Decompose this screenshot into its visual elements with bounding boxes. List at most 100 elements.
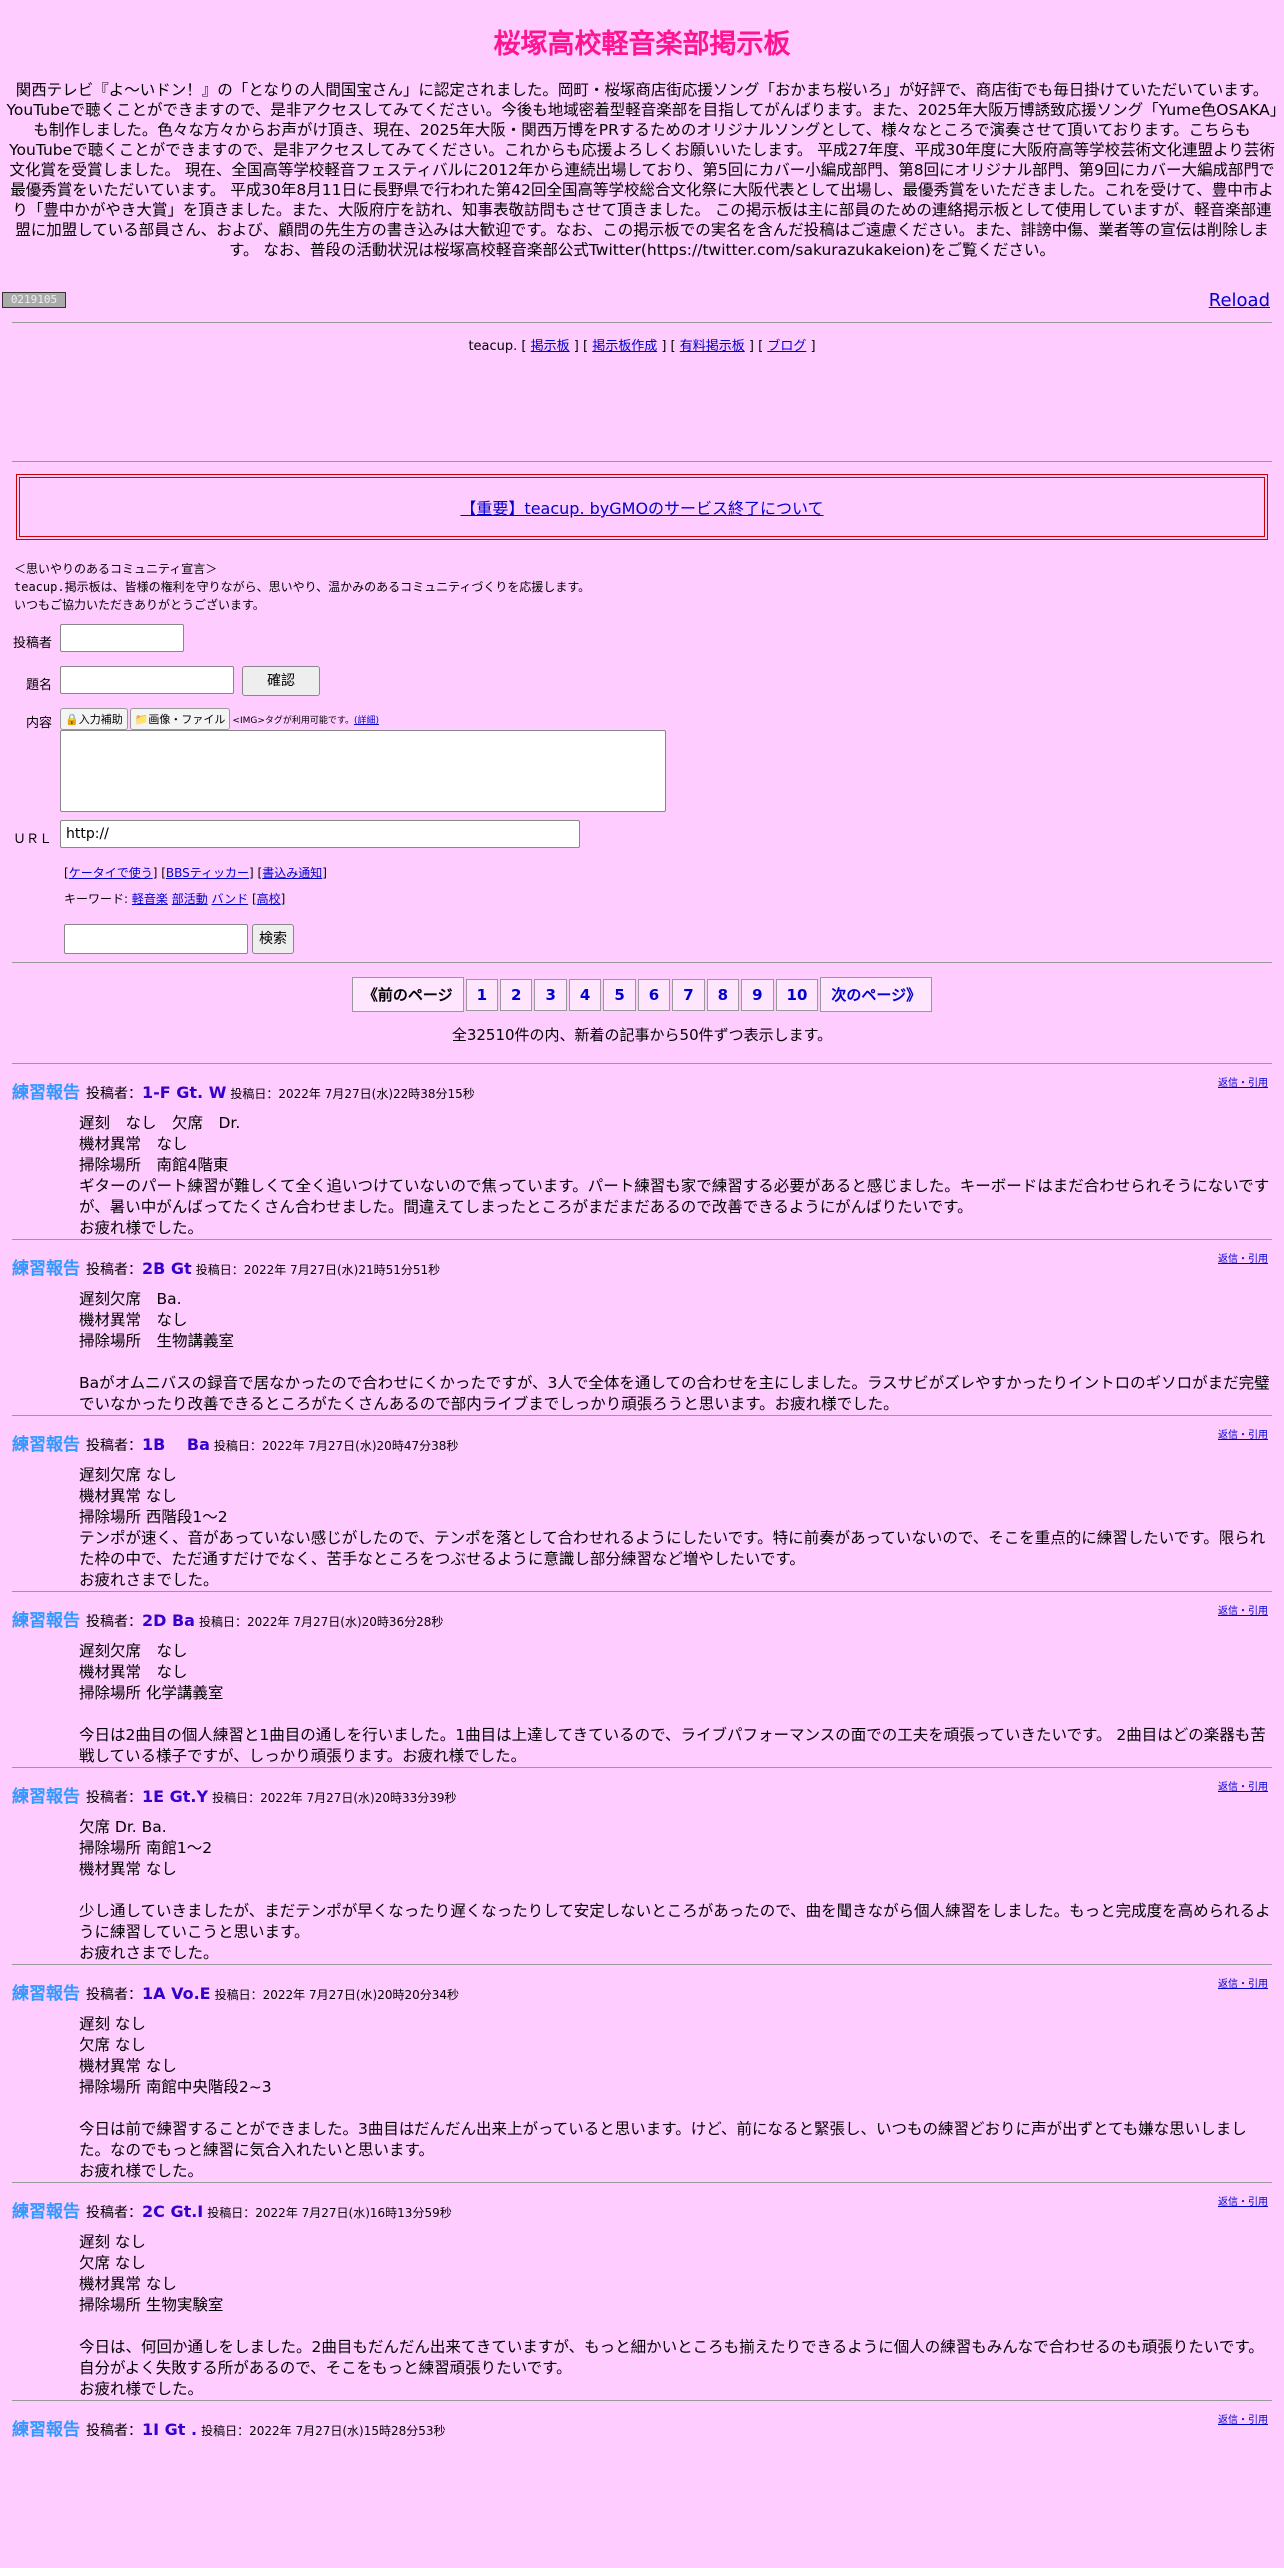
keyword-link[interactable]: 軽音楽 bbox=[132, 892, 168, 906]
post-body: 遅刻 なし 欠席 なし 機材異常 なし 掃除場所 南館中央階段2~3 今日は前で… bbox=[79, 2015, 1247, 2180]
board-description: 関西テレビ『よ～いドン！』の「となりの人間国宝さん」に認定されました。岡町・桜塚… bbox=[6, 81, 1278, 259]
post-date: 2022年 7月27日(水)16時13分59秒 bbox=[255, 2206, 452, 2220]
post-item: 練習報告 投稿者：2D Ba 投稿日：2022年 7月27日(水)20時36分28秒… bbox=[12, 1591, 1272, 1767]
post-header: 練習報告 投稿者：2D Ba 投稿日：2022年 7月27日(水)20時36分28秒 bbox=[12, 1606, 1272, 1631]
img-tag-note: <IMG>タグが利用可能です。 bbox=[232, 716, 354, 726]
content-toolbar: 🔒入力補助 📁画像・ファイル <IMG>タグが利用可能です。(詳細) bbox=[60, 708, 379, 730]
divider bbox=[12, 962, 1272, 963]
community-heading: ＜思いやりのあるコミュニティ宣言＞ bbox=[14, 562, 218, 576]
post-date: 2022年 7月27日(水)15時28分53秒 bbox=[249, 2424, 446, 2438]
post-author-label: 投稿者： bbox=[86, 1987, 142, 2003]
page-link[interactable]: 10 bbox=[775, 979, 819, 1011]
post-date-label: 投稿日： bbox=[230, 1087, 279, 1101]
post-author: 1E Gt.Y bbox=[142, 1787, 209, 1806]
post-header: 練習報告 投稿者：1E Gt.Y 投稿日：2022年 7月27日(水)20時33分3… bbox=[12, 1782, 1272, 1807]
post-body: 欠席 Dr. Ba. 掃除場所 南館1～2 機材異常 なし 少し通していきました… bbox=[79, 1818, 1271, 1962]
post-author: 1-F Gt. W bbox=[142, 1083, 227, 1102]
link-paid-bbs[interactable]: 有料掲示板 bbox=[680, 339, 745, 354]
post-item: 練習報告 投稿者：1-F Gt. W 投稿日：2022年 7月27日(水)22時38… bbox=[12, 1063, 1272, 1239]
link-bbs[interactable]: 掲示板 bbox=[531, 339, 570, 354]
page-link[interactable]: 7 bbox=[672, 979, 705, 1011]
reply-quote-link[interactable]: 返信・引用 bbox=[1218, 2411, 1268, 2426]
post-header: 練習報告 投稿者：2C Gt.I 投稿日：2022年 7月27日(水)16時13分5… bbox=[12, 2197, 1272, 2222]
reply-quote-link[interactable]: 返信・引用 bbox=[1218, 1975, 1268, 1990]
ticker-link[interactable]: BBSティッカー bbox=[166, 866, 249, 880]
confirm-button[interactable]: 確認 bbox=[242, 666, 320, 696]
reload-link[interactable]: Reload bbox=[1209, 290, 1270, 311]
notify-link[interactable]: 書込み通知 bbox=[262, 866, 322, 880]
keyword-link[interactable]: 部活動 bbox=[172, 892, 208, 906]
post-date-label: 投稿日： bbox=[214, 1988, 263, 2002]
community-text: teacup.掲示板は、皆様の権利を守りながら、思いやり、温かみのあるコミュニテ… bbox=[14, 580, 591, 594]
link-blog[interactable]: ブログ bbox=[767, 339, 806, 354]
keyword-link[interactable]: バンド bbox=[212, 892, 249, 906]
reply-quote-link[interactable]: 返信・引用 bbox=[1218, 2193, 1268, 2208]
link-create-bbs[interactable]: 掲示板作成 bbox=[592, 339, 657, 354]
author-input[interactable] bbox=[60, 624, 184, 652]
post-date-label: 投稿日： bbox=[207, 2206, 256, 2220]
img-detail-link[interactable]: (詳細) bbox=[354, 716, 379, 726]
post-item: 練習報告 投稿者：1B Ba 投稿日：2022年 7月27日(水)20時47分38秒… bbox=[12, 1415, 1272, 1591]
keyword-link[interactable]: 高校 bbox=[257, 892, 281, 906]
next-page-button[interactable]: 次のページ》 bbox=[820, 977, 933, 1012]
post-title: 練習報告 bbox=[12, 1611, 80, 1631]
subject-input[interactable] bbox=[60, 666, 234, 694]
prev-page-button[interactable]: 《前のページ bbox=[351, 977, 464, 1012]
reply-quote-link[interactable]: 返信・引用 bbox=[1218, 1778, 1268, 1793]
page-link[interactable]: 4 bbox=[568, 979, 602, 1011]
reply-quote-link[interactable]: 返信・引用 bbox=[1218, 1074, 1268, 1089]
image-file-button[interactable]: 📁画像・ファイル bbox=[129, 708, 231, 730]
page-link[interactable]: 8 bbox=[706, 979, 740, 1011]
author-label: 投稿者 bbox=[12, 636, 52, 651]
url-label: ＵＲＬ bbox=[12, 832, 52, 847]
content-label: 内容 bbox=[25, 716, 52, 731]
tool-links: [ケータイで使う] [BBSティッカー] [書込み通知] bbox=[64, 866, 327, 880]
search-input[interactable] bbox=[64, 924, 248, 954]
service-end-link[interactable]: 【重要】teacup. byGMOのサービス終了について bbox=[460, 495, 823, 519]
post-item: 練習報告 投稿者：2C Gt.I 投稿日：2022年 7月27日(水)16時13分5… bbox=[12, 2182, 1272, 2400]
page-title: 桜塚高校軽音楽部掲示板 bbox=[493, 29, 791, 60]
reply-quote-link[interactable]: 返信・引用 bbox=[1218, 1250, 1268, 1265]
search-button[interactable]: 検索 bbox=[252, 924, 294, 954]
page-link[interactable]: 1 bbox=[465, 979, 499, 1011]
post-body: 遅刻 なし 欠席 Dr. 機材異常 なし 掃除場所 南館4階東 ギターのパート練… bbox=[79, 1114, 1270, 1237]
page-link[interactable]: 3 bbox=[534, 979, 567, 1011]
search-row: 検索 bbox=[0, 924, 1284, 962]
teacup-links: teacup. [ 掲示板 ] [ 掲示板作成 ] [ 有料掲示板 ] [ ブロ… bbox=[468, 339, 816, 354]
post-title: 練習報告 bbox=[12, 1083, 80, 1103]
page-link[interactable]: 5 bbox=[603, 979, 636, 1011]
post-item: 練習報告 投稿者：1E Gt.Y 投稿日：2022年 7月27日(水)20時33分3… bbox=[12, 1767, 1272, 1964]
post-author-label: 投稿者： bbox=[86, 1614, 142, 1630]
post-header: 練習報告 投稿者：1-F Gt. W 投稿日：2022年 7月27日(水)22時38… bbox=[12, 1078, 1272, 1103]
post-author: 2C Gt.I bbox=[142, 2202, 204, 2221]
post-title: 練習報告 bbox=[12, 1787, 80, 1807]
page-link[interactable]: 6 bbox=[637, 979, 671, 1011]
post-date-label: 投稿日： bbox=[201, 2424, 250, 2438]
reply-quote-link[interactable]: 返信・引用 bbox=[1218, 1426, 1268, 1441]
post-header: 練習報告 投稿者：1I Gt . 投稿日：2022年 7月27日(水)15時28分5… bbox=[12, 2415, 1272, 2440]
post-date-label: 投稿日： bbox=[212, 1791, 261, 1805]
post-header: 練習報告 投稿者：1B Ba 投稿日：2022年 7月27日(水)20時47分38秒 bbox=[12, 1430, 1272, 1455]
lock-icon: 🔒 bbox=[65, 713, 79, 726]
post-body: 遅刻欠席 なし 機材異常 なし 掃除場所 西階段1～2 テンポが速く、音があって… bbox=[79, 1466, 1266, 1589]
post-author: 2B Gt bbox=[142, 1259, 192, 1278]
content-textarea[interactable] bbox=[60, 730, 666, 812]
mobile-link[interactable]: ケータイで使う bbox=[69, 866, 153, 880]
post-author-label: 投稿者： bbox=[86, 1438, 142, 1454]
page-link[interactable]: 2 bbox=[500, 979, 533, 1011]
access-counter: 0219105 bbox=[2, 292, 66, 308]
reply-quote-link[interactable]: 返信・引用 bbox=[1218, 1602, 1268, 1617]
post-title: 練習報告 bbox=[12, 1259, 80, 1279]
keyword-label: キーワード: bbox=[64, 892, 132, 906]
post-date-label: 投稿日： bbox=[213, 1439, 262, 1453]
url-input[interactable]: http:// bbox=[60, 820, 580, 848]
page-link[interactable]: 9 bbox=[741, 979, 774, 1011]
post-date-label: 投稿日： bbox=[195, 1263, 244, 1277]
post-item: 練習報告 投稿者：1A Vo.E 投稿日：2022年 7月27日(水)20時20分3… bbox=[12, 1964, 1272, 2182]
post-author-label: 投稿者： bbox=[86, 2205, 142, 2221]
post-body: 遅刻欠席 Ba. 機材異常 なし 掃除場所 生物講義室 Baがオムニバスの録音で… bbox=[79, 1290, 1270, 1413]
input-assist-button[interactable]: 🔒入力補助 bbox=[60, 708, 128, 730]
post-date: 2022年 7月27日(水)20時47分38秒 bbox=[261, 1439, 459, 1453]
post-item: 練習報告 投稿者：1I Gt . 投稿日：2022年 7月27日(水)15時28分5… bbox=[12, 2400, 1272, 2440]
post-date: 2022年 7月27日(水)20時36分28秒 bbox=[247, 1615, 444, 1629]
